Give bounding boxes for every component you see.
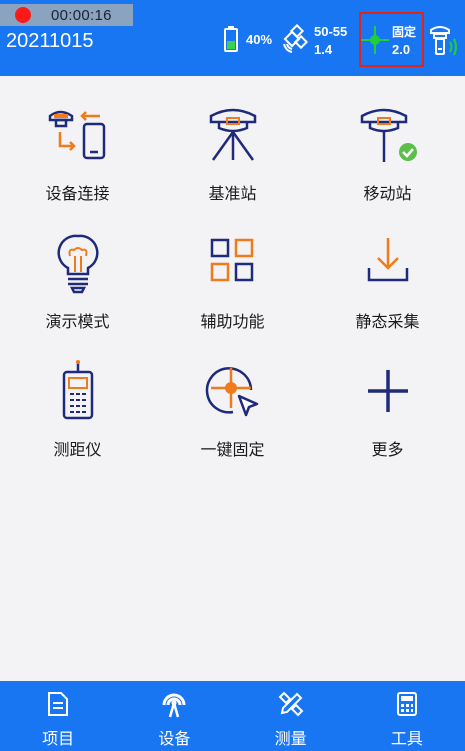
satellite-count: 50-55: [314, 24, 348, 39]
menu-item-device-connect[interactable]: 设备连接: [0, 84, 155, 212]
menu-label: 演示模式: [45, 312, 110, 331]
device-signal-icon: [162, 693, 186, 718]
menu-label: 辅助功能: [200, 312, 265, 331]
device-connect-icon: [48, 110, 105, 160]
demo-mode-icon: [57, 234, 98, 294]
base-station-icon: [209, 108, 256, 161]
record-dot-icon: [15, 7, 31, 23]
tab-project[interactable]: 项目: [0, 681, 116, 751]
menu-label: 设备连接: [45, 184, 110, 203]
menu-item-demo-mode[interactable]: 演示模式: [0, 212, 155, 340]
fix-value: 2.0: [392, 42, 411, 57]
bottom-navigation: 项目 设备 测量 工具: [0, 681, 465, 751]
menu-item-rangefinder[interactable]: 测距仪: [0, 340, 155, 468]
calculator-icon: [396, 692, 417, 716]
rangefinder-icon: [62, 360, 93, 420]
tab-tools[interactable]: 工具: [349, 681, 465, 751]
menu-item-one-key-fix[interactable]: 一键固定: [155, 340, 310, 468]
menu-item-rover[interactable]: 移动站: [310, 84, 465, 212]
tab-measure[interactable]: 测量: [233, 681, 349, 751]
tab-label: 工具: [390, 729, 423, 748]
menu-label: 移动站: [363, 184, 412, 203]
document-icon: [48, 692, 69, 716]
menu-item-more[interactable]: 更多: [310, 340, 465, 468]
measure-pen-icon: [278, 691, 304, 717]
static-download-icon: [367, 238, 408, 282]
battery-icon: [224, 26, 238, 52]
recording-time: 00:00:16: [51, 6, 112, 24]
tab-label: 设备: [158, 729, 191, 748]
fix-status-label: 固定: [392, 25, 417, 39]
menu-item-base-station[interactable]: 基准站: [155, 84, 310, 212]
app-screen: 00:00:16 20211015 40% 50-55 1.4 固定 2.0 设…: [0, 0, 465, 751]
auxiliary-grid-icon: [210, 238, 253, 282]
pdop-value: 1.4: [314, 42, 333, 57]
fix-crosshair-icon[interactable]: [361, 26, 389, 54]
menu-item-static-collect[interactable]: 静态采集: [310, 212, 465, 340]
tab-label: 测量: [274, 729, 307, 748]
menu-label: 更多: [371, 440, 404, 459]
satellite-icon[interactable]: [282, 24, 310, 54]
menu-item-auxiliary[interactable]: 辅助功能: [155, 212, 310, 340]
one-key-fix-icon: [205, 367, 258, 417]
battery-percent: 40%: [246, 32, 273, 47]
project-name[interactable]: 20211015: [6, 30, 94, 53]
rover-icon: [360, 108, 417, 162]
menu-label: 静态采集: [355, 312, 420, 331]
tab-label: 项目: [42, 729, 75, 748]
menu-label: 基准站: [208, 184, 257, 203]
tab-device[interactable]: 设备: [116, 681, 232, 751]
plus-icon: [367, 370, 408, 412]
receiver-connected-icon[interactable]: [428, 24, 462, 58]
menu-label: 一键固定: [200, 440, 265, 459]
menu-label: 测距仪: [53, 440, 102, 459]
recording-indicator[interactable]: 00:00:16: [0, 4, 133, 26]
top-status-bar: 00:00:16 20211015 40% 50-55 1.4 固定 2.0: [0, 0, 465, 76]
